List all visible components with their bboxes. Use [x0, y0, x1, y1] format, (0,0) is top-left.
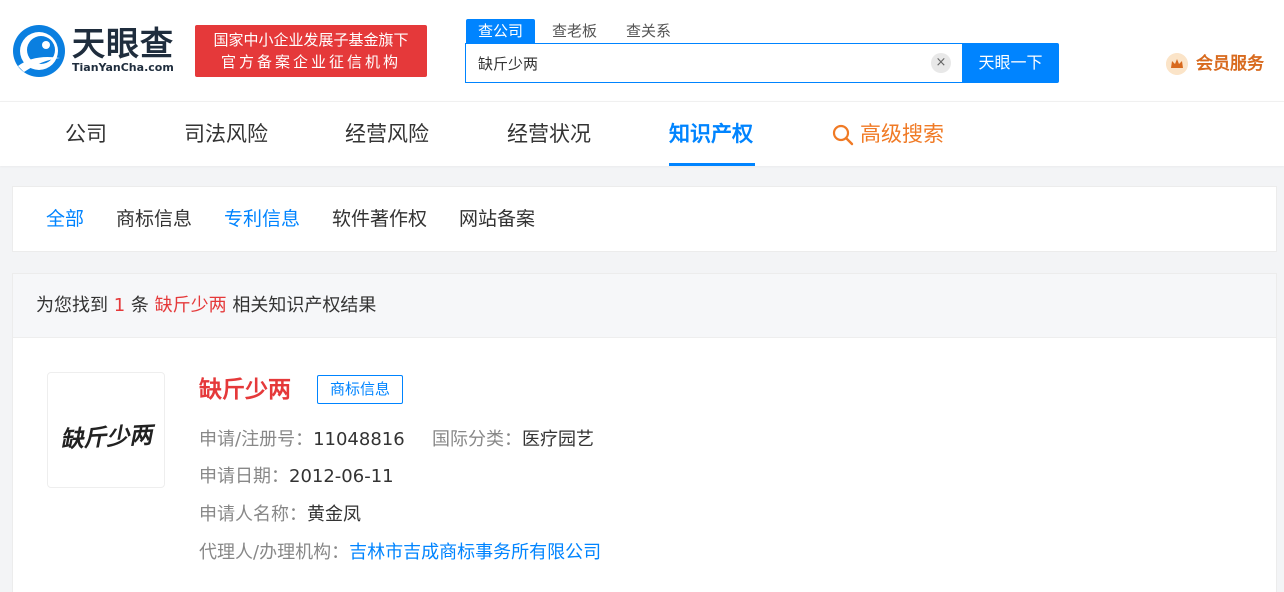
search-tab-company[interactable]: 查公司 — [466, 19, 536, 43]
filter-tab-patent[interactable]: 专利信息 — [224, 187, 300, 251]
search-tab-boss[interactable]: 查老板 — [552, 19, 597, 43]
search-icon — [832, 124, 854, 146]
advanced-search-label: 高级搜索 — [860, 122, 944, 146]
reg-value: 11048816 — [313, 429, 405, 450]
main-nav: 公司 司法风险 经营风险 经营状况 知识产权 高级搜索 — [0, 101, 1284, 166]
class-label: 国际分类： — [432, 429, 522, 450]
trademark-title[interactable]: 缺斤少两 — [199, 372, 291, 408]
ip-filter-tabs: 全部 商标信息 专利信息 软件著作权 网站备案 — [12, 186, 1277, 252]
nav-item-ip[interactable]: 知识产权 — [669, 102, 753, 166]
badge-line-2: 官方备案企业征信机构 — [220, 53, 401, 71]
trademark-type-tag: 商标信息 — [317, 375, 404, 404]
search-button[interactable]: 天眼一下 — [962, 43, 1059, 83]
summary-unit: 条 — [130, 295, 149, 316]
agent: 代理人/办理机构：吉林市吉成商标事务所有限公司 — [199, 539, 601, 567]
application-date: 申请日期：2012-06-11 — [199, 463, 394, 491]
summary-text: 为您找到 1 条 缺斤少两 相关知识产权结果 — [36, 274, 376, 338]
summary-suffix: 相关知识产权结果 — [232, 295, 377, 316]
international-class: 国际分类：医疗园艺 — [432, 426, 594, 454]
nav-active-underline — [669, 163, 755, 166]
agent-label: 代理人/办理机构： — [199, 542, 350, 563]
search-tab-relation[interactable]: 查关系 — [626, 19, 671, 43]
filter-tab-website-record[interactable]: 网站备案 — [459, 187, 535, 251]
filter-tab-software-copyright[interactable]: 软件著作权 — [332, 187, 427, 251]
date-value: 2012-06-11 — [289, 466, 394, 487]
agent-link[interactable]: 吉林市吉成商标事务所有限公司 — [349, 542, 601, 563]
nav-item-operation-status[interactable]: 经营状况 — [507, 102, 591, 166]
trademark-image-text: 缺斤少两 — [60, 421, 157, 453]
results-summary: 为您找到 1 条 缺斤少两 相关知识产权结果 — [13, 274, 1276, 338]
applicant-label: 申请人名称： — [199, 504, 307, 525]
logo[interactable]: 天眼查 TianYanCha.com — [12, 24, 187, 80]
result-count: 1 — [113, 295, 126, 316]
filter-tab-trademark[interactable]: 商标信息 — [116, 187, 192, 251]
nav-item-legal-risk[interactable]: 司法风险 — [184, 102, 268, 166]
logo-domain: TianYanCha.com — [72, 61, 174, 74]
trademark-image[interactable]: 缺斤少两 — [47, 372, 165, 488]
clear-icon[interactable]: × — [931, 53, 951, 73]
nav-item-company[interactable]: 公司 — [65, 102, 107, 166]
class-value: 医疗园艺 — [522, 429, 594, 450]
crown-icon — [1166, 53, 1188, 75]
results-panel: 为您找到 1 条 缺斤少两 相关知识产权结果 缺斤少两 缺斤少两 商标信息 申请… — [12, 273, 1277, 592]
vip-label: 会员服务 — [1196, 54, 1264, 74]
reg-label: 申请/注册号： — [199, 429, 314, 450]
trademark-image-graphic: 缺斤少两 — [60, 421, 157, 453]
nav-item-operation-risk[interactable]: 经营风险 — [345, 102, 429, 166]
registration-number: 申请/注册号：11048816 — [199, 426, 405, 454]
search-input[interactable] — [466, 44, 926, 82]
summary-prefix: 为您找到 — [36, 295, 108, 316]
filter-tab-all[interactable]: 全部 — [46, 187, 84, 251]
summary-keyword: 缺斤少两 — [154, 295, 227, 316]
top-header: 天眼查 TianYanCha.com 国家中小企业发展子基金旗下 官方备案企业征… — [0, 0, 1284, 101]
badge-line-1: 国家中小企业发展子基金旗下 — [213, 31, 409, 49]
tianyancha-logo-icon — [13, 25, 65, 77]
official-badge[interactable]: 国家中小企业发展子基金旗下 官方备案企业征信机构 — [195, 25, 427, 77]
search-box — [465, 43, 963, 83]
applicant-name: 申请人名称：黄金凤 — [199, 501, 361, 529]
logo-text: 天眼查 — [72, 24, 174, 63]
applicant-value: 黄金凤 — [307, 504, 361, 525]
date-label: 申请日期： — [199, 466, 289, 487]
